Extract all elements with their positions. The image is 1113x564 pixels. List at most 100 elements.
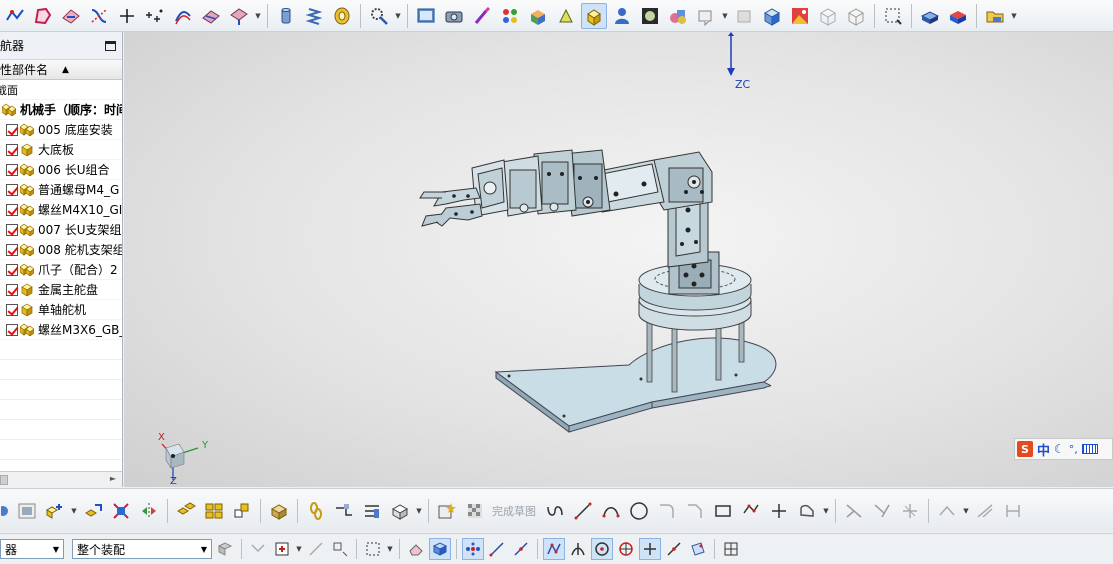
shaded-model-icon[interactable] bbox=[917, 3, 943, 29]
bridge-surface-icon[interactable] bbox=[198, 3, 224, 29]
interface-icon[interactable] bbox=[359, 498, 385, 524]
tree-section-row[interactable]: 截面 bbox=[0, 80, 122, 100]
visibility-checkbox[interactable] bbox=[6, 223, 18, 236]
snap-endpoint-icon[interactable] bbox=[462, 538, 484, 560]
scrollbar-thumb[interactable] bbox=[0, 475, 8, 485]
view-screen-icon[interactable] bbox=[413, 3, 439, 29]
wireframe-cube-icon[interactable] bbox=[815, 3, 841, 29]
replace-component-icon[interactable] bbox=[229, 498, 255, 524]
toolbar-dropdown-arrow[interactable]: ▼ bbox=[70, 498, 78, 524]
constraints-icon[interactable] bbox=[972, 498, 998, 524]
tire-icon[interactable] bbox=[329, 3, 355, 29]
rectangle-icon[interactable] bbox=[710, 498, 736, 524]
paint-brush-icon[interactable] bbox=[469, 3, 495, 29]
point-set-icon[interactable] bbox=[142, 3, 168, 29]
finish-sketch-label[interactable]: 完成草图 bbox=[492, 503, 536, 519]
grid-icon[interactable] bbox=[720, 538, 742, 560]
tree-item[interactable]: 爪子（配合）2 bbox=[0, 260, 122, 280]
folder-load-icon[interactable] bbox=[982, 3, 1008, 29]
tree-root-item[interactable]: 机械手（顺序：时间 bbox=[0, 100, 122, 120]
face-icon[interactable] bbox=[58, 3, 84, 29]
robot-arm-model[interactable] bbox=[124, 32, 1113, 487]
visibility-checkbox[interactable] bbox=[6, 123, 18, 136]
plus-point-icon[interactable] bbox=[114, 3, 140, 29]
moon-icon[interactable]: ☾ bbox=[1054, 442, 1065, 456]
eraser-icon[interactable] bbox=[405, 538, 427, 560]
scroll-right-icon[interactable]: ► bbox=[110, 474, 116, 483]
snap-control-point-icon[interactable] bbox=[543, 538, 565, 560]
sketch-icon[interactable] bbox=[30, 3, 56, 29]
extend-surface-icon[interactable] bbox=[226, 3, 252, 29]
snap-quadrant-icon[interactable] bbox=[615, 538, 637, 560]
gear-tool-icon[interactable] bbox=[366, 3, 392, 29]
shaded-faces-icon[interactable] bbox=[525, 3, 551, 29]
studio-render-icon[interactable] bbox=[637, 3, 663, 29]
column-header[interactable]: 描述性部件名 ▲ bbox=[0, 60, 122, 80]
visibility-checkbox[interactable] bbox=[6, 243, 18, 256]
keyboard-icon[interactable] bbox=[1081, 444, 1098, 454]
graphics-viewport[interactable]: ZC X Y Z bbox=[124, 32, 1113, 487]
constraint-icon[interactable] bbox=[108, 498, 134, 524]
snap-on-face-icon[interactable] bbox=[687, 538, 709, 560]
snap-on-curve-icon[interactable] bbox=[663, 538, 685, 560]
visibility-checkbox[interactable] bbox=[6, 303, 18, 316]
tree-item[interactable]: 大底板 bbox=[0, 140, 122, 160]
visibility-checkbox[interactable] bbox=[6, 183, 18, 196]
image-frame-icon[interactable] bbox=[14, 498, 40, 524]
dashed-select-icon[interactable] bbox=[362, 538, 384, 560]
cube-grey-icon[interactable] bbox=[731, 3, 757, 29]
visibility-checkbox[interactable] bbox=[6, 143, 18, 156]
snap-arc-center-icon[interactable] bbox=[591, 538, 613, 560]
face-filter-icon[interactable] bbox=[429, 538, 451, 560]
sogou-logo-icon[interactable]: S bbox=[1017, 441, 1033, 457]
selection-rect-icon[interactable] bbox=[880, 3, 906, 29]
sort-up-icon[interactable]: ▲ bbox=[62, 65, 69, 75]
intersection-curve-icon[interactable] bbox=[86, 3, 112, 29]
toolbar-dropdown-arrow[interactable]: ▼ bbox=[394, 3, 402, 29]
spring-icon[interactable] bbox=[301, 3, 327, 29]
tree-item[interactable]: 金属主舵盘 bbox=[0, 280, 122, 300]
link-chain-icon[interactable] bbox=[303, 498, 329, 524]
sketch-star-icon[interactable] bbox=[434, 498, 460, 524]
point-icon[interactable] bbox=[766, 498, 792, 524]
product-interface-icon[interactable] bbox=[387, 498, 413, 524]
edit-object-icon[interactable] bbox=[693, 3, 719, 29]
profile-icon[interactable] bbox=[542, 498, 568, 524]
toolbar-dropdown-arrow[interactable]: ▼ bbox=[1010, 3, 1018, 29]
assembly-sequence-icon[interactable] bbox=[266, 498, 292, 524]
toolbar-dropdown-arrow[interactable]: ▼ bbox=[415, 498, 423, 524]
tree-item[interactable]: 005 底座安装 bbox=[0, 120, 122, 140]
component-array-icon[interactable] bbox=[201, 498, 227, 524]
line-icon[interactable] bbox=[570, 498, 596, 524]
tree-item[interactable]: 螺丝M4X10_GI bbox=[0, 200, 122, 220]
assembly-filter-icon[interactable] bbox=[214, 538, 236, 560]
fillet-icon[interactable] bbox=[654, 498, 680, 524]
tree-item[interactable]: 007 长U支架组 bbox=[0, 220, 122, 240]
chamfer-icon[interactable] bbox=[682, 498, 708, 524]
visibility-checkbox[interactable] bbox=[6, 283, 18, 296]
circle-icon[interactable] bbox=[626, 498, 652, 524]
toolbar-dropdown-arrow[interactable]: ▼ bbox=[822, 498, 830, 524]
visibility-checkbox[interactable] bbox=[6, 163, 18, 176]
navigator-horizontal-scrollbar[interactable]: ► bbox=[0, 471, 122, 487]
arc-icon[interactable] bbox=[598, 498, 624, 524]
tree-item[interactable]: 008 舵机支架组 bbox=[0, 240, 122, 260]
move-component-icon[interactable] bbox=[80, 498, 106, 524]
corner-icon[interactable] bbox=[897, 498, 923, 524]
tree-item[interactable]: 普通螺母M4_G bbox=[0, 180, 122, 200]
visibility-checkbox[interactable] bbox=[6, 263, 18, 276]
ime-mode-label[interactable]: 中 bbox=[1037, 440, 1050, 459]
snap-point-icon[interactable] bbox=[639, 538, 661, 560]
add-component-icon[interactable] bbox=[42, 498, 68, 524]
snap-midpoint-icon[interactable] bbox=[510, 538, 532, 560]
selected-part-icon[interactable] bbox=[581, 2, 607, 29]
blue-model-icon[interactable] bbox=[945, 3, 971, 29]
highlight-icon[interactable] bbox=[553, 3, 579, 29]
toolbar-dropdown-arrow[interactable]: ▼ bbox=[386, 536, 394, 562]
snap-icon[interactable] bbox=[305, 538, 327, 560]
toolbar-dropdown-arrow[interactable]: ▼ bbox=[295, 536, 303, 562]
offset-curve-icon[interactable] bbox=[170, 3, 196, 29]
finish-sketch-icon[interactable] bbox=[462, 498, 488, 524]
color-dots-icon[interactable] bbox=[497, 3, 523, 29]
shapes-icon[interactable] bbox=[665, 3, 691, 29]
